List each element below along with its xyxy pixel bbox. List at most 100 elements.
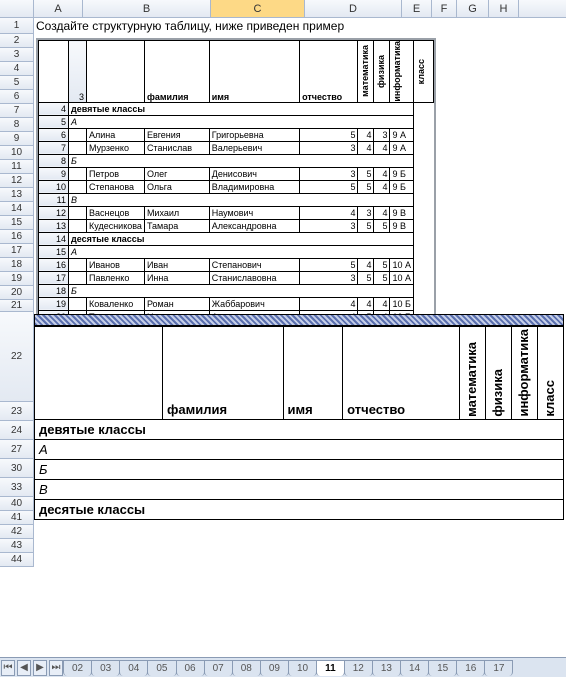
row-header[interactable]: 21 xyxy=(0,300,34,312)
sheet-tab[interactable]: 09 xyxy=(260,660,289,676)
sheet-tab[interactable]: 15 xyxy=(428,660,457,676)
example-cell: Станислав xyxy=(144,141,209,154)
user-col-header[interactable]: имя xyxy=(283,327,343,420)
sheet-tab[interactable]: 11 xyxy=(316,660,345,676)
example-cell: Владимировна xyxy=(209,180,299,193)
select-all-corner[interactable] xyxy=(0,0,34,17)
user-table-row[interactable]: десятые классы xyxy=(35,499,564,519)
example-col-header-vertical: информатика xyxy=(392,41,402,102)
column-header[interactable]: F xyxy=(432,0,457,17)
user-col-header[interactable]: фамилия xyxy=(163,327,284,420)
row-header[interactable]: 1 xyxy=(0,18,34,34)
row-header[interactable]: 12 xyxy=(0,174,34,188)
row-header[interactable]: 15 xyxy=(0,216,34,230)
sheet-tab[interactable]: 08 xyxy=(232,660,261,676)
example-row-number: 5 xyxy=(39,115,69,128)
example-col-header: фамилия xyxy=(144,41,209,103)
example-cell: 4 xyxy=(358,258,374,271)
row-header[interactable]: 33 xyxy=(0,478,34,497)
row-header[interactable]: 20 xyxy=(0,286,34,300)
example-cell: Михаил xyxy=(144,206,209,219)
row-header[interactable]: 24 xyxy=(0,421,34,440)
sheet-tab[interactable]: 05 xyxy=(147,660,176,676)
example-row-number: 14 xyxy=(39,232,69,245)
sheet-tab[interactable]: 17 xyxy=(484,660,513,676)
user-col-header-vertical[interactable]: класс xyxy=(542,380,557,417)
row-header-column: 1234567891011121314151617181920212223242… xyxy=(0,18,34,567)
row-header[interactable]: 18 xyxy=(0,258,34,272)
row-header[interactable]: 27 xyxy=(0,440,34,459)
example-cell: 3 xyxy=(300,167,358,180)
row-header[interactable]: 44 xyxy=(0,553,34,567)
row-header[interactable]: 43 xyxy=(0,539,34,553)
example-cell: Роман xyxy=(144,297,209,310)
tab-nav-last-icon[interactable]: ⏭ xyxy=(49,660,63,676)
example-row-number: 12 xyxy=(39,206,69,219)
user-col-header-vertical[interactable]: информатика xyxy=(516,329,531,417)
example-cell: 4 xyxy=(374,180,390,193)
column-header[interactable]: D xyxy=(305,0,402,17)
worksheet-area[interactable]: Создайте структурную таблицу, ниже приве… xyxy=(34,18,566,567)
row-header[interactable]: 9 xyxy=(0,132,34,146)
user-col-header[interactable]: отчество xyxy=(343,327,460,420)
row-header[interactable]: 6 xyxy=(0,90,34,104)
user-table-row[interactable]: девятые классы xyxy=(35,419,564,439)
row-header[interactable]: 22 xyxy=(0,312,34,402)
tab-nav-prev-icon[interactable]: ◀ xyxy=(17,660,31,676)
example-col-header-vertical: класс xyxy=(416,59,426,84)
sheet-tab[interactable]: 03 xyxy=(91,660,120,676)
row-header[interactable]: 30 xyxy=(0,459,34,478)
column-header[interactable]: E xyxy=(402,0,432,17)
example-cell: 5 xyxy=(358,271,374,284)
row-header[interactable]: 42 xyxy=(0,525,34,539)
row-header[interactable]: 40 xyxy=(0,497,34,511)
column-header[interactable]: H xyxy=(489,0,519,17)
column-header[interactable]: A xyxy=(34,0,83,17)
sheet-tab[interactable]: 07 xyxy=(204,660,233,676)
sheet-tab[interactable]: 10 xyxy=(288,660,317,676)
row-header[interactable]: 3 xyxy=(0,48,34,62)
row-header[interactable]: 41 xyxy=(0,511,34,525)
example-row-number: 8 xyxy=(39,154,69,167)
example-cell: 5 xyxy=(358,180,374,193)
tab-nav-first-icon[interactable]: ⏮ xyxy=(1,660,15,676)
column-header[interactable]: G xyxy=(457,0,489,17)
column-header[interactable]: C xyxy=(211,0,305,17)
user-col-header-vertical[interactable]: математика xyxy=(464,342,479,417)
sheet-tab[interactable]: 13 xyxy=(372,660,401,676)
row-header[interactable]: 23 xyxy=(0,402,34,421)
user-col-header-vertical[interactable]: физика xyxy=(490,369,505,417)
row-header[interactable]: 4 xyxy=(0,62,34,76)
sheet-tab[interactable]: 02 xyxy=(63,660,92,676)
example-cell: Евгения xyxy=(144,128,209,141)
row-header[interactable]: 8 xyxy=(0,118,34,132)
row-header[interactable]: 14 xyxy=(0,202,34,216)
example-cell: Коваленко xyxy=(87,297,145,310)
row-header[interactable]: 16 xyxy=(0,230,34,244)
example-cell: 4 xyxy=(358,128,374,141)
user-table-row[interactable]: В xyxy=(35,479,564,499)
tab-nav-next-icon[interactable]: ▶ xyxy=(33,660,47,676)
column-header[interactable]: B xyxy=(83,0,211,17)
sheet-tab[interactable]: 16 xyxy=(456,660,485,676)
example-cell: Олег xyxy=(144,167,209,180)
user-table: фамилия имя отчество математика физика и… xyxy=(34,314,564,520)
row-header[interactable]: 13 xyxy=(0,188,34,202)
sheet-tab[interactable]: 06 xyxy=(176,660,205,676)
row-header[interactable]: 11 xyxy=(0,160,34,174)
sheet-tab[interactable]: 04 xyxy=(119,660,148,676)
example-row-number: 4 xyxy=(39,102,69,115)
sheet-tab[interactable]: 14 xyxy=(400,660,429,676)
row-header[interactable]: 5 xyxy=(0,76,34,90)
example-cell: Григорьевна xyxy=(209,128,299,141)
sheet-tab[interactable]: 12 xyxy=(344,660,373,676)
row-header[interactable]: 7 xyxy=(0,104,34,118)
example-cell: 9 А xyxy=(390,128,414,141)
row-header[interactable]: 2 xyxy=(0,34,34,48)
user-table-row[interactable]: Б xyxy=(35,459,564,479)
example-cell: 5 xyxy=(374,219,390,232)
row-header[interactable]: 17 xyxy=(0,244,34,258)
row-header[interactable]: 19 xyxy=(0,272,34,286)
row-header[interactable]: 10 xyxy=(0,146,34,160)
user-table-row[interactable]: А xyxy=(35,439,564,459)
